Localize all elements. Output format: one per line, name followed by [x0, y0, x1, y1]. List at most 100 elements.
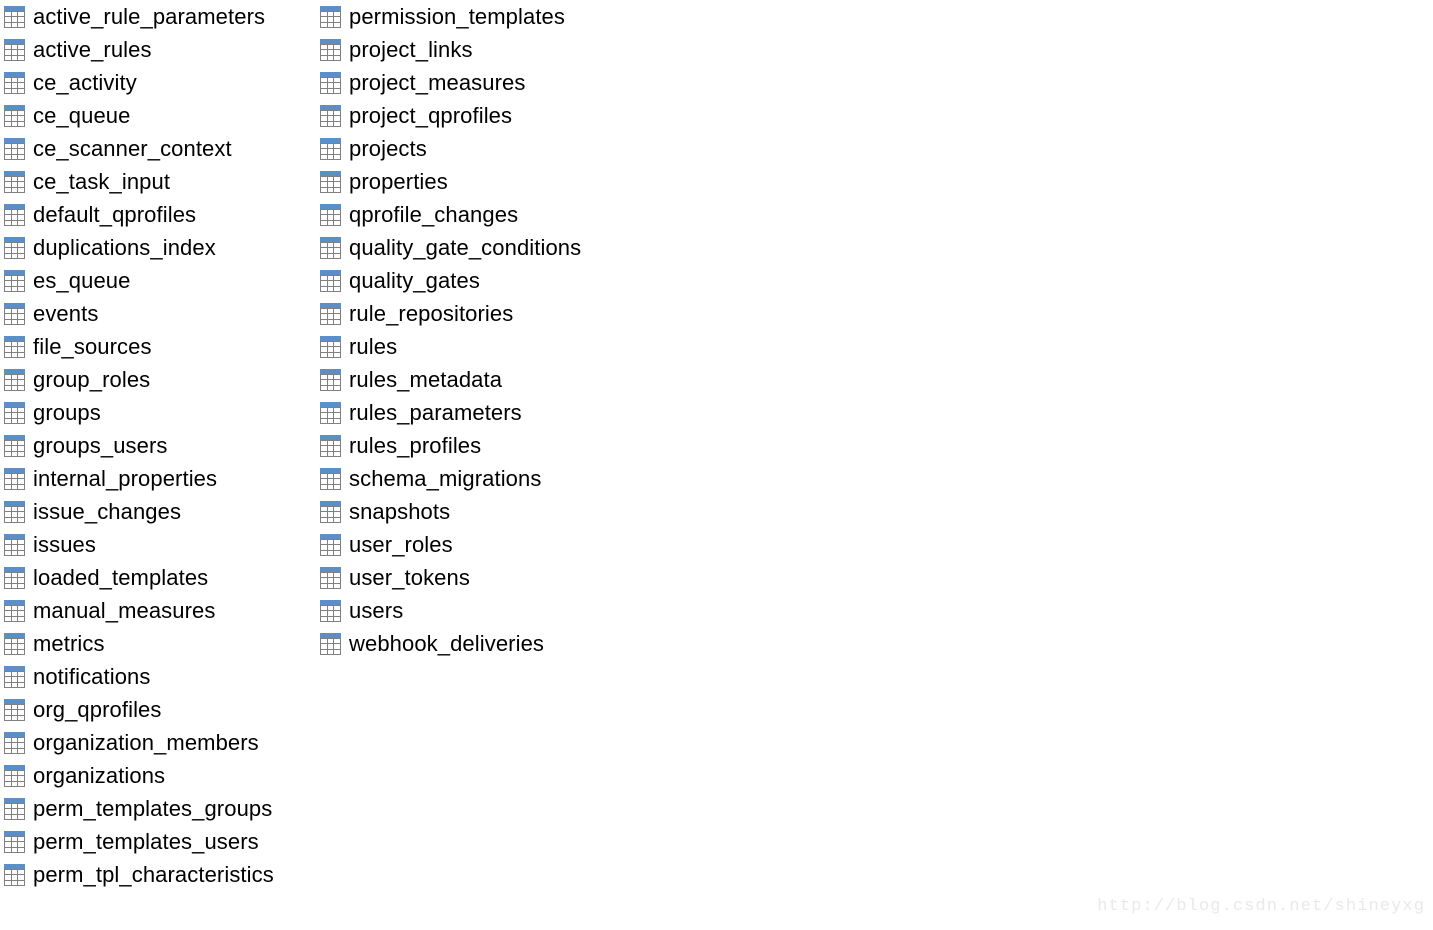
table-icon-cell: [18, 616, 24, 621]
table-icon-header-bar: [4, 798, 25, 803]
table-icon-cell: [327, 83, 334, 88]
table-list-item[interactable]: events: [4, 297, 274, 330]
table-list-item[interactable]: active_rules: [4, 33, 274, 66]
table-list-item[interactable]: ce_scanner_context: [4, 132, 274, 165]
table-icon-cell: [334, 215, 340, 220]
table-icon-cell: [5, 243, 11, 248]
table-icon-cell: [5, 507, 11, 512]
table-list-item[interactable]: group_roles: [4, 363, 274, 396]
table-icon-cell: [5, 253, 11, 258]
table-list-item[interactable]: groups: [4, 396, 274, 429]
table-list-item[interactable]: ce_queue: [4, 99, 274, 132]
table-list-item[interactable]: perm_templates_groups: [4, 792, 274, 825]
table-icon-cell: [11, 144, 18, 149]
table-list-item[interactable]: rules_profiles: [320, 429, 581, 462]
table-icon-cell: [5, 540, 11, 545]
table-list-item[interactable]: file_sources: [4, 330, 274, 363]
table-icon-cell: [5, 149, 11, 154]
table-icon-cell: [5, 705, 11, 710]
table-list-item[interactable]: manual_measures: [4, 594, 274, 627]
table-list-item[interactable]: rules: [320, 330, 581, 363]
table-icon-cell: [334, 248, 340, 253]
table-list-item[interactable]: internal_properties: [4, 462, 274, 495]
table-icon-cell: [5, 550, 11, 555]
table-icon-grid: [5, 111, 24, 126]
table-icon-cell: [18, 22, 24, 27]
table-icon-cell: [11, 677, 18, 682]
table-icon-cell: [18, 710, 24, 715]
table-icon-cell: [321, 78, 327, 83]
table-list-item[interactable]: duplications_index: [4, 231, 274, 264]
database-table-icon: [4, 831, 25, 853]
table-list-item[interactable]: rules_metadata: [320, 363, 581, 396]
table-list-item[interactable]: issues: [4, 528, 274, 561]
table-list-item[interactable]: quality_gates: [320, 264, 581, 297]
table-icon-grid: [5, 540, 24, 555]
table-list-item[interactable]: qprofile_changes: [320, 198, 581, 231]
table-icon-cell: [334, 276, 340, 281]
table-list-item[interactable]: projects: [320, 132, 581, 165]
table-list-item[interactable]: schema_migrations: [320, 462, 581, 495]
table-list-item[interactable]: loaded_templates: [4, 561, 274, 594]
table-list-item[interactable]: es_queue: [4, 264, 274, 297]
table-icon-cell: [327, 314, 334, 319]
table-icon-cell: [327, 507, 334, 512]
database-table-icon: [4, 270, 25, 292]
table-icon-cell: [334, 111, 340, 116]
table-list-item[interactable]: project_links: [320, 33, 581, 66]
table-icon-cell: [321, 243, 327, 248]
table-list-item[interactable]: quality_gate_conditions: [320, 231, 581, 264]
table-list-item[interactable]: perm_tpl_characteristics: [4, 858, 274, 891]
table-list-item[interactable]: perm_templates_users: [4, 825, 274, 858]
table-icon-cell: [334, 187, 340, 192]
table-icon-cell: [5, 418, 11, 423]
table-icon-cell: [5, 842, 11, 847]
table-icon-cell: [11, 154, 18, 159]
table-icon-cell: [327, 281, 334, 286]
table-list-item[interactable]: organization_members: [4, 726, 274, 759]
table-list-item[interactable]: project_qprofiles: [320, 99, 581, 132]
table-icon-header-bar: [4, 765, 25, 770]
table-name-label: organizations: [33, 762, 166, 788]
table-list-item[interactable]: org_qprofiles: [4, 693, 274, 726]
table-list-item[interactable]: users: [320, 594, 581, 627]
table-list-item[interactable]: issue_changes: [4, 495, 274, 528]
table-name-label: es_queue: [33, 267, 131, 293]
table-list-item[interactable]: user_tokens: [320, 561, 581, 594]
table-list-item[interactable]: notifications: [4, 660, 274, 693]
table-icon-cell: [18, 715, 24, 720]
table-icon-cell: [321, 177, 327, 182]
table-list-item[interactable]: metrics: [4, 627, 274, 660]
table-list-item[interactable]: webhook_deliveries: [320, 627, 581, 660]
table-list-item[interactable]: rule_repositories: [320, 297, 581, 330]
table-list-item[interactable]: properties: [320, 165, 581, 198]
table-icon-header-bar: [4, 468, 25, 473]
table-list-item[interactable]: rules_parameters: [320, 396, 581, 429]
table-list-item[interactable]: default_qprofiles: [4, 198, 274, 231]
table-icon-cell: [327, 12, 334, 17]
table-list-item[interactable]: user_roles: [320, 528, 581, 561]
table-list-item[interactable]: ce_activity: [4, 66, 274, 99]
table-icon-cell: [334, 78, 340, 83]
table-icon-cell: [334, 55, 340, 60]
table-list-item[interactable]: active_rule_parameters: [4, 0, 274, 33]
table-icon-cell: [321, 210, 327, 215]
table-icon-cell: [11, 352, 18, 357]
table-icon-cell: [321, 83, 327, 88]
table-list-item[interactable]: snapshots: [320, 495, 581, 528]
table-icon-cell: [18, 578, 24, 583]
table-icon-cell: [11, 710, 18, 715]
table-list-item[interactable]: groups_users: [4, 429, 274, 462]
table-icon-cell: [327, 149, 334, 154]
table-icon-cell: [334, 474, 340, 479]
table-list-item[interactable]: project_measures: [320, 66, 581, 99]
table-list-item[interactable]: permission_templates: [320, 0, 581, 33]
table-list-item[interactable]: ce_task_input: [4, 165, 274, 198]
table-icon-cell: [327, 78, 334, 83]
table-icon-cell: [11, 682, 18, 687]
table-icon-cell: [18, 837, 24, 842]
table-icon-cell: [11, 870, 18, 875]
table-icon-grid: [5, 474, 24, 489]
table-icon-cell: [5, 578, 11, 583]
table-list-item[interactable]: organizations: [4, 759, 274, 792]
